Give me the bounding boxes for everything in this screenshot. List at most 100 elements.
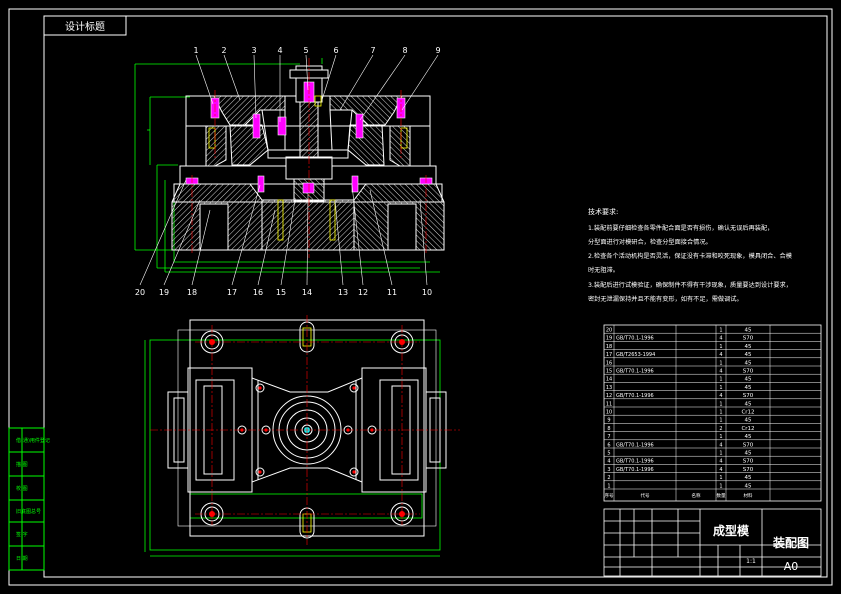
part-number-label: 1 — [193, 46, 198, 55]
bom-cell-qty: 1 — [719, 344, 722, 350]
cad-canvas: 设计标题 借(通)用件登记描 图校 图旧底图总号签 字日 期 1 2 3 4 5… — [8, 8, 833, 586]
part-numbers-bottom: 20 19 18 17 16 15 14 13 12 11 10 — [135, 288, 432, 297]
part-number-label: 9 — [435, 46, 440, 55]
tech-req-line: 分型面进行对模研合，检查分型面接合情况。 — [588, 238, 712, 246]
bom-cell-no: 13 — [606, 385, 612, 391]
bom-cell-no: 15 — [606, 369, 612, 375]
signature-column-label: 借(通)用件登记 — [16, 437, 50, 444]
bom-cell-no: 3 — [607, 467, 610, 473]
bolt-center — [352, 386, 356, 390]
bom-cell-no: 9 — [607, 418, 610, 424]
bom-cell-no: 4 — [607, 459, 610, 465]
tech-req-heading: 技术要求: — [588, 207, 618, 216]
bom-cell-no: 8 — [607, 426, 610, 432]
bom-cell-no: 17 — [606, 352, 612, 358]
center-punch-hatch — [229, 124, 269, 166]
signature-column-label: 日 期 — [16, 556, 28, 562]
bom-cell-qty: 4 — [719, 467, 722, 473]
bom-cell-mat: S70 — [743, 442, 754, 448]
plan-view — [144, 315, 460, 557]
bom-cell-qty: 1 — [719, 360, 722, 366]
bom-cell-qty: 1 — [719, 475, 722, 481]
die-right-hatch — [353, 183, 445, 251]
bom-cell-qty: 1 — [719, 377, 722, 383]
bom-cell-mat: 45 — [745, 352, 752, 358]
part-number-label: 8 — [402, 46, 407, 55]
bolt-center — [258, 470, 262, 474]
part-number-label: 2 — [221, 46, 226, 55]
signature-column-label: 签 字 — [16, 531, 28, 538]
bom-cell-mat: 45 — [745, 385, 752, 391]
bom-cell-no: 1 — [607, 483, 610, 489]
bom-header-std: 代号 — [641, 492, 650, 499]
bom-header-mat: 材料 — [744, 492, 753, 499]
part-number-label: 5 — [303, 46, 308, 55]
bom-cell-mat: Cr12 — [741, 410, 754, 416]
part-number-label: 10 — [422, 288, 432, 297]
bom-cell-no: 18 — [606, 344, 612, 350]
bom-cell-std: GB/T70.1-1996 — [616, 459, 654, 465]
bom-cell-qty: 1 — [719, 418, 722, 424]
signature-column-label: 校 图 — [16, 485, 28, 492]
part-number-label: 15 — [276, 288, 286, 297]
part-number-label: 6 — [333, 46, 338, 55]
part-name: 成型模 — [713, 523, 750, 538]
tech-req-line: 1.装配前要仔细检查各零件配合面是否有损伤，确认无误后再装配， — [588, 224, 773, 232]
bill-of-materials: 20 1 4519 GB/T70.1-1996 4 S7018 1 4517 GB/T2653-… — [603, 324, 822, 502]
bom-cell-no: 14 — [606, 377, 612, 383]
bom-cell-std: GB/T70.1-1996 — [616, 369, 654, 375]
drawing-sheet: 设计标题 借(通)用件登记描 图校 图旧底图总号签 字日 期 1 2 3 4 5… — [0, 0, 841, 594]
bom-cell-no: 20 — [606, 328, 612, 334]
bom-cell-mat: 45 — [745, 401, 752, 407]
bom-cell-mat: 45 — [745, 377, 752, 383]
part-number-label: 17 — [227, 288, 237, 297]
bom-cell-no: 11 — [606, 401, 612, 407]
bom-cell-no: 12 — [606, 393, 612, 399]
part-numbers-top: 1 2 3 4 5 6 7 8 9 — [193, 46, 440, 55]
bom-cell-qty: 4 — [719, 369, 722, 375]
part-number-label: 11 — [387, 288, 397, 297]
bom-cell-qty: 4 — [719, 393, 722, 399]
section-view — [134, 54, 445, 286]
bom-cell-std: GB/T70.1-1996 — [616, 467, 654, 473]
bom-cell-mat: S70 — [743, 467, 754, 473]
tech-req-line: 2.检查各个活动机构是否灵活，保证没有卡滞和咬死现象，模具闭合、合模 — [588, 252, 792, 260]
bom-cell-mat: 45 — [745, 344, 752, 350]
bom-cell-mat: 45 — [745, 434, 752, 440]
part-number-label: 18 — [187, 288, 197, 297]
bom-cell-no: 19 — [606, 336, 612, 342]
part-number-label: 3 — [251, 46, 256, 55]
bom-cell-qty: 2 — [719, 426, 722, 432]
part-number-label: 4 — [277, 46, 282, 55]
bom-cell-no: 7 — [607, 434, 610, 440]
bom-cell-qty: 4 — [719, 442, 722, 448]
bom-cell-no: 2 — [607, 475, 610, 481]
bom-cell-no: 5 — [607, 451, 610, 457]
sheet-size: A0 — [784, 560, 799, 573]
bom-cell-qty: 1 — [719, 483, 722, 489]
bom-cell-mat: 45 — [745, 328, 752, 334]
part-number-label: 19 — [159, 288, 169, 297]
signature-column-label: 描 图 — [16, 461, 28, 468]
drawing-type: 装配图 — [772, 535, 809, 550]
bom-cell-qty: 1 — [719, 401, 722, 407]
bom-cell-no: 16 — [606, 360, 612, 366]
bom-cell-qty: 4 — [719, 336, 722, 342]
part-number-label: 13 — [338, 288, 348, 297]
bom-header-qty: 数量 — [717, 492, 726, 499]
bom-cell-mat: S70 — [743, 369, 754, 375]
bolt-center — [352, 470, 356, 474]
technical-requirements: 技术要求: 1.装配前要仔细检查各零件配合面是否有损伤，确认无误后再装配， 分型面进… — [588, 207, 792, 303]
title-tag: 设计标题 — [65, 20, 105, 33]
bom-cell-mat: 45 — [745, 360, 752, 366]
bolt-center — [258, 386, 262, 390]
bom-cell-qty: 1 — [719, 385, 722, 391]
part-number-label: 14 — [302, 288, 312, 297]
part-number-label: 7 — [370, 46, 375, 55]
bom-cell-mat: 45 — [745, 418, 752, 424]
bom-cell-qty: 1 — [719, 328, 722, 334]
bom-cell-no: 6 — [607, 442, 610, 448]
bom-cell-mat: Cr12 — [741, 426, 754, 432]
bom-cell-qty: 4 — [719, 352, 722, 358]
bom-cell-qty: 1 — [719, 410, 722, 416]
